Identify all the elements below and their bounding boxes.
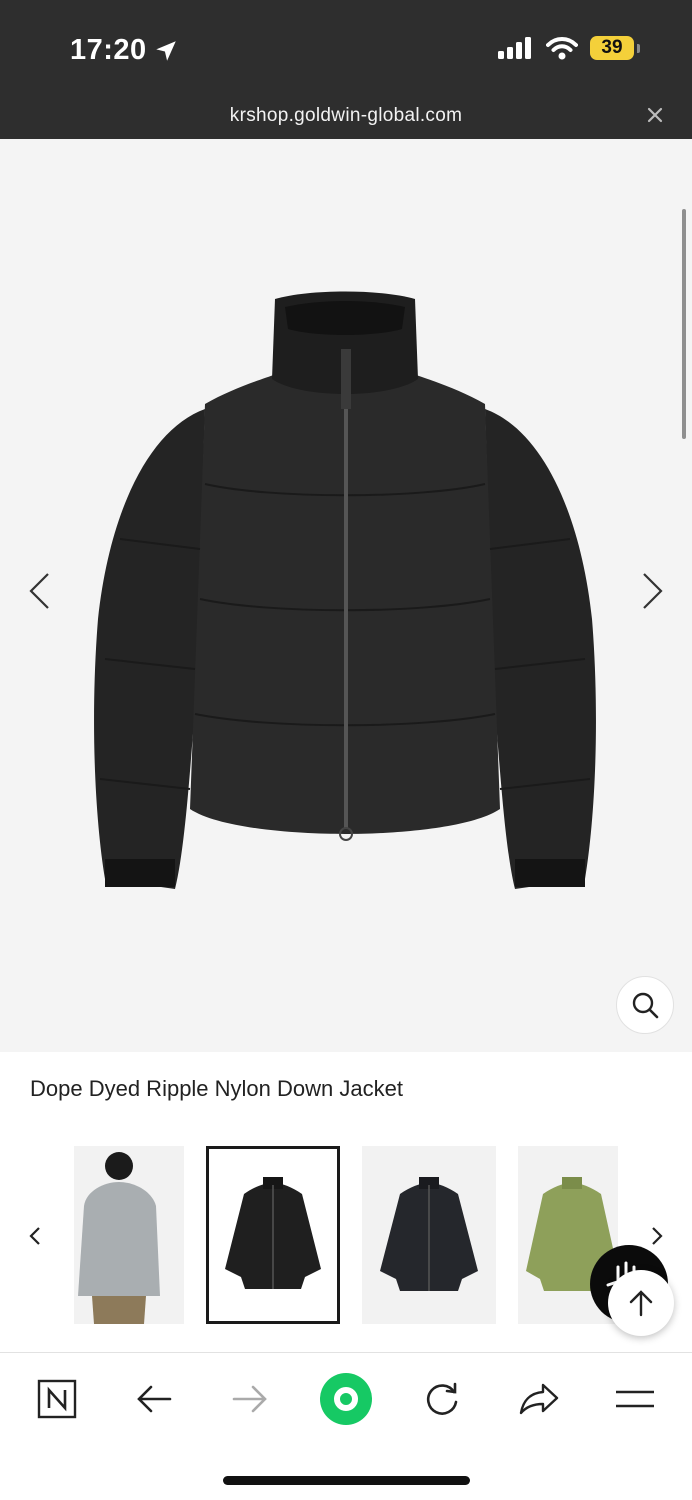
thumbnail-3[interactable]: [362, 1146, 496, 1324]
wifi-icon: [546, 37, 578, 60]
time-text: 17:20: [70, 34, 147, 66]
thumb-prev-icon[interactable]: [28, 1226, 42, 1246]
zoom-button[interactable]: [616, 976, 674, 1034]
reload-button[interactable]: [418, 1375, 466, 1423]
back-arrow-icon: [137, 1385, 172, 1413]
scroll-to-top-button[interactable]: [608, 1270, 674, 1336]
thumb-navy-jacket-image: [380, 1177, 478, 1291]
search-icon: [632, 992, 659, 1019]
product-image-gallery[interactable]: [0, 139, 692, 1052]
forward-arrow-icon: [232, 1385, 267, 1413]
green-dot-button[interactable]: [318, 1371, 374, 1427]
address-bar-url[interactable]: krshop.goldwin-global.com: [0, 105, 692, 127]
thumbnail-2[interactable]: [206, 1146, 340, 1324]
close-icon[interactable]: [646, 106, 664, 124]
signal-icon: [498, 37, 531, 59]
thumb-next-icon[interactable]: [650, 1226, 664, 1246]
home-indicator[interactable]: [223, 1476, 470, 1485]
status-time: 17:20: [70, 34, 179, 67]
reload-icon: [426, 1382, 458, 1415]
green-home-icon: [320, 1373, 372, 1425]
scrollbar[interactable]: [682, 209, 686, 439]
thumbnail-1[interactable]: [74, 1146, 184, 1324]
battery-level: 39: [601, 37, 623, 58]
share-icon: [519, 1383, 559, 1415]
menu-icon: [616, 1390, 654, 1408]
thumb-black-jacket-image: [225, 1177, 321, 1289]
menu-button[interactable]: [611, 1375, 659, 1423]
chevron-left-icon[interactable]: [26, 571, 54, 611]
battery-icon: 39: [590, 36, 640, 60]
back-button[interactable]: [130, 1375, 178, 1423]
browser-top-bar: 17:20 39 krshop.goldwin-global.com: [0, 0, 692, 139]
location-arrow-icon: [155, 40, 176, 61]
product-jacket-image: [94, 291, 596, 889]
thumb-model-grey-image: [78, 1152, 160, 1324]
chevron-right-icon[interactable]: [638, 571, 666, 611]
naver-home-button[interactable]: [33, 1375, 81, 1423]
status-icons: 39: [498, 36, 640, 60]
arrow-up-icon: [629, 1290, 653, 1317]
naver-n-icon: [37, 1379, 77, 1419]
product-title: Dope Dyed Ripple Nylon Down Jacket: [30, 1076, 403, 1101]
forward-button[interactable]: [226, 1375, 274, 1423]
thumbnail-carousel: [0, 1146, 692, 1326]
share-button[interactable]: [515, 1375, 563, 1423]
